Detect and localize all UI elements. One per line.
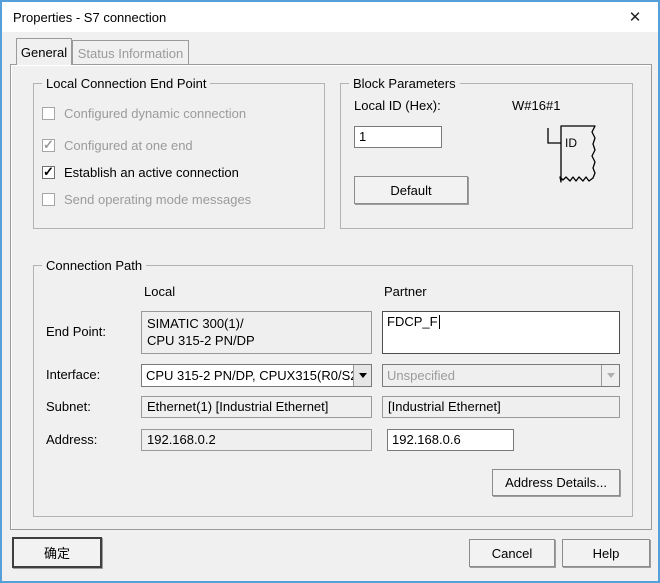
ok-button-label: 确定 <box>44 543 70 562</box>
end-point-partner-value: FDCP_F <box>387 314 438 329</box>
chevron-down-icon[interactable] <box>353 365 371 386</box>
id-block-diagram: ID <box>545 120 611 194</box>
close-icon: ✕ <box>629 8 642 26</box>
id-block-diagram-text: ID <box>565 136 577 150</box>
subnet-partner-value: [Industrial Ethernet] <box>388 399 501 414</box>
address-partner-input[interactable]: 192.168.0.6 <box>387 429 514 451</box>
end-point-label: End Point: <box>46 324 106 339</box>
address-details-button[interactable]: Address Details... <box>492 469 620 496</box>
subnet-local-box: Ethernet(1) [Industrial Ethernet] <box>141 396 372 418</box>
local-id-value: 1 <box>359 129 366 144</box>
id-word-label: W#16#1 <box>512 98 560 113</box>
group-local-connection-end-point: Local Connection End Point Configured dy… <box>33 83 325 229</box>
help-button-label: Help <box>593 546 620 561</box>
general-tab-page: Local Connection End Point Configured dy… <box>10 64 652 530</box>
tab-status-information: Status Information <box>72 40 189 65</box>
checkbox-icon <box>42 193 55 206</box>
end-point-partner-input[interactable]: FDCP_F <box>382 311 620 354</box>
checkbox-icon <box>42 107 55 120</box>
column-header-local: Local <box>144 284 175 299</box>
checkbox-configured-at-one-end: Configured at one end <box>42 138 193 153</box>
local-id-input[interactable]: 1 <box>354 126 442 148</box>
address-details-button-label: Address Details... <box>505 475 607 490</box>
column-header-partner: Partner <box>384 284 427 299</box>
cancel-button[interactable]: Cancel <box>469 539 555 567</box>
checkbox-label: Send operating mode messages <box>64 192 251 207</box>
close-button[interactable]: ✕ <box>618 2 652 32</box>
tab-status-information-label: Status Information <box>78 46 184 61</box>
address-local-box: 192.168.0.2 <box>141 429 372 451</box>
checkbox-send-operating-mode-messages: Send operating mode messages <box>42 192 251 207</box>
group-block-parameters-title: Block Parameters <box>349 76 460 91</box>
window-title: Properties - S7 connection <box>13 10 166 25</box>
end-point-local-box: SIMATIC 300(1)/ CPU 315-2 PN/DP <box>141 311 372 354</box>
checkbox-label: Configured dynamic connection <box>64 106 246 121</box>
end-point-local-line1: SIMATIC 300(1)/ <box>147 315 366 332</box>
checkbox-checked-icon <box>42 139 55 152</box>
end-point-local-line2: CPU 315-2 PN/DP <box>147 332 366 349</box>
interface-partner-value: Unspecified <box>387 368 601 383</box>
tab-general-label: General <box>21 45 67 60</box>
checkbox-label: Establish an active connection <box>64 165 239 180</box>
checkbox-label: Configured at one end <box>64 138 193 153</box>
properties-dialog: Properties - S7 connection ✕ General Sta… <box>0 0 660 583</box>
title-bar: Properties - S7 connection ✕ <box>2 2 658 32</box>
tab-general[interactable]: General <box>16 38 72 65</box>
subnet-local-value: Ethernet(1) [Industrial Ethernet] <box>147 399 328 414</box>
interface-local-select[interactable]: CPU 315-2 PN/DP, CPUX315(R0/S2) <box>141 364 372 387</box>
interface-label: Interface: <box>46 367 100 382</box>
ok-button[interactable]: 确定 <box>12 537 102 568</box>
subnet-label: Subnet: <box>46 399 91 414</box>
checkbox-configured-dynamic-connection: Configured dynamic connection <box>42 106 246 121</box>
group-connection-path-title: Connection Path <box>42 258 146 273</box>
subnet-partner-box: [Industrial Ethernet] <box>382 396 620 418</box>
interface-partner-select: Unspecified <box>382 364 620 387</box>
checkbox-checked-icon[interactable] <box>42 166 55 179</box>
local-id-label: Local ID (Hex): <box>354 98 441 113</box>
group-block-parameters: Block Parameters Local ID (Hex): W#16#1 … <box>340 83 633 229</box>
address-partner-value: 192.168.0.6 <box>392 432 461 447</box>
checkbox-establish-active-connection[interactable]: Establish an active connection <box>42 165 239 180</box>
address-label: Address: <box>46 432 97 447</box>
text-caret <box>439 315 440 329</box>
default-button[interactable]: Default <box>354 176 468 204</box>
help-button[interactable]: Help <box>562 539 650 567</box>
group-connection-path: Connection Path Local Partner End Point:… <box>33 265 633 517</box>
chevron-down-icon <box>601 365 619 386</box>
interface-local-value: CPU 315-2 PN/DP, CPUX315(R0/S2) <box>146 368 353 383</box>
default-button-label: Default <box>390 183 431 198</box>
cancel-button-label: Cancel <box>492 546 532 561</box>
address-local-value: 192.168.0.2 <box>147 432 216 447</box>
group-local-connection-end-point-title: Local Connection End Point <box>42 76 210 91</box>
